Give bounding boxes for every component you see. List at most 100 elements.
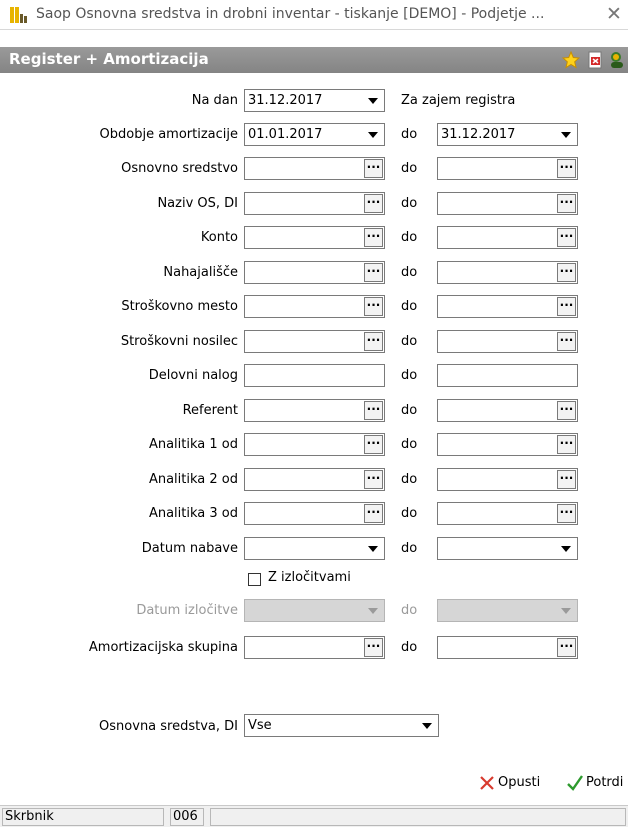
- datum-izlocitve-from-field: [244, 599, 385, 622]
- range-nahajalisce-to-field[interactable]: ···: [437, 261, 578, 284]
- range-row-label: Analitika 3 od: [148, 506, 238, 521]
- range-row-label: Delovni nalog: [148, 368, 238, 383]
- range-analitika1-to-field[interactable]: ···: [437, 433, 578, 456]
- osnovna-sredstva-di-label: Osnovna sredstva, DI: [99, 719, 238, 734]
- range-analitika2-from-lookup-button[interactable]: ···: [364, 470, 383, 489]
- app-logo-icon: [10, 7, 27, 23]
- range-naziv_os_di-from-lookup-button[interactable]: ···: [364, 194, 383, 213]
- range-konto-from-field[interactable]: ···: [244, 226, 385, 249]
- range-konto-from-lookup-button[interactable]: ···: [364, 228, 383, 247]
- pdf-icon[interactable]: [586, 51, 604, 69]
- do-label: do: [401, 196, 418, 211]
- datum-izlocitve-from-dropdown-button: [364, 601, 383, 620]
- osnovna-sredstva-di-select[interactable]: Vse: [244, 714, 439, 737]
- do-label: do: [401, 265, 418, 280]
- obdobje-to-field[interactable]: 31.12.2017: [437, 123, 578, 146]
- range-row-label: Analitika 2 od: [148, 472, 238, 487]
- range-analitika1-from-field[interactable]: ···: [244, 433, 385, 456]
- range-delovni_nalog-to-field[interactable]: [437, 364, 578, 387]
- range-datum_nabave-from-field[interactable]: [244, 537, 385, 560]
- range-strosek_mesto-from-lookup-button[interactable]: ···: [364, 297, 383, 316]
- star-icon[interactable]: [562, 51, 580, 69]
- do-label: do: [401, 161, 418, 176]
- range-naziv_os_di-from-field[interactable]: ···: [244, 192, 385, 215]
- do-label: do: [401, 541, 418, 556]
- checkmark-icon: [567, 775, 583, 791]
- na-dan-label: Na dan: [191, 93, 238, 108]
- form-header: Register + Amortizacija: [0, 47, 628, 73]
- range-analitika3-to-field[interactable]: ···: [437, 502, 578, 525]
- range-row-label: Stroškovni nosilec: [120, 334, 238, 349]
- obdobje-from-value: 01.01.2017: [248, 127, 323, 142]
- form-body: Na dan 31.12.2017 Za zajem registra Obdo…: [0, 73, 628, 791]
- range-datum_nabave-to-field[interactable]: [437, 537, 578, 560]
- range-referent-to-lookup-button[interactable]: ···: [557, 401, 576, 420]
- form-title: Register + Amortizacija: [9, 50, 209, 68]
- range-analitika3-to-lookup-button[interactable]: ···: [557, 504, 576, 523]
- na-dan-value: 31.12.2017: [248, 93, 323, 108]
- obdobje-from-dropdown-button[interactable]: [364, 125, 383, 144]
- user-icon[interactable]: [608, 51, 626, 69]
- amort-skupina-from-lookup-button[interactable]: ···: [364, 638, 383, 657]
- confirm-label: Potrdi: [586, 775, 624, 790]
- status-bar: Skrbnik 006: [0, 805, 628, 827]
- range-row-label: Konto: [200, 230, 238, 245]
- range-row-label: Naziv OS, DI: [157, 196, 238, 211]
- range-analitika1-to-lookup-button[interactable]: ···: [557, 435, 576, 454]
- range-analitika2-from-field[interactable]: ···: [244, 468, 385, 491]
- range-datum_nabave-to-dropdown-button[interactable]: [557, 539, 576, 558]
- range-analitika3-from-lookup-button[interactable]: ···: [364, 504, 383, 523]
- cancel-label: Opusti: [498, 775, 541, 790]
- na-dan-dropdown-button[interactable]: [364, 91, 383, 110]
- do-label: do: [401, 403, 418, 418]
- range-nahajalisce-to-lookup-button[interactable]: ···: [557, 263, 576, 282]
- window-title: Saop Osnovna sredstva in drobni inventar…: [36, 6, 545, 22]
- range-analitika3-from-field[interactable]: ···: [244, 502, 385, 525]
- amort-skupina-to-field[interactable]: ···: [437, 636, 578, 659]
- range-nahajalisce-from-lookup-button[interactable]: ···: [364, 263, 383, 282]
- range-konto-to-lookup-button[interactable]: ···: [557, 228, 576, 247]
- obdobje-from-field[interactable]: 01.01.2017: [244, 123, 385, 146]
- status-code: 006: [170, 808, 204, 826]
- status-user: Skrbnik: [2, 808, 164, 826]
- na-dan-field[interactable]: 31.12.2017: [244, 89, 385, 112]
- z-izlocitvami-label: Z izločitvami: [268, 570, 351, 585]
- range-strosek_nosilec-from-lookup-button[interactable]: ···: [364, 332, 383, 351]
- close-icon: [480, 776, 494, 790]
- range-osnovno_sredstvo-from-field[interactable]: ···: [244, 157, 385, 180]
- close-button[interactable]: ✕: [602, 2, 626, 26]
- range-strosek_nosilec-from-field[interactable]: ···: [244, 330, 385, 353]
- range-strosek_mesto-to-field[interactable]: ···: [437, 295, 578, 318]
- obdobje-to-dropdown-button[interactable]: [557, 125, 576, 144]
- status-empty: [210, 808, 626, 826]
- amort-skupina-from-field[interactable]: ···: [244, 636, 385, 659]
- range-naziv_os_di-to-field[interactable]: ···: [437, 192, 578, 215]
- obdobje-label: Obdobje amortizacije: [99, 127, 238, 142]
- range-analitika2-to-lookup-button[interactable]: ···: [557, 470, 576, 489]
- range-strosek_mesto-from-field[interactable]: ···: [244, 295, 385, 318]
- range-konto-to-field[interactable]: ···: [437, 226, 578, 249]
- osnovna-sredstva-di-dropdown-button[interactable]: [418, 716, 437, 735]
- range-row-label: Nahajališče: [163, 265, 238, 280]
- range-referent-from-field[interactable]: ···: [244, 399, 385, 422]
- range-strosek_nosilec-to-lookup-button[interactable]: ···: [557, 332, 576, 351]
- range-naziv_os_di-to-lookup-button[interactable]: ···: [557, 194, 576, 213]
- do-label: do: [401, 127, 418, 142]
- range-strosek_mesto-to-lookup-button[interactable]: ···: [557, 297, 576, 316]
- range-row-label: Analitika 1 od: [148, 437, 238, 452]
- range-delovni_nalog-from-field[interactable]: [244, 364, 385, 387]
- range-analitika2-to-field[interactable]: ···: [437, 468, 578, 491]
- range-osnovno_sredstvo-to-lookup-button[interactable]: ···: [557, 159, 576, 178]
- range-nahajalisce-from-field[interactable]: ···: [244, 261, 385, 284]
- range-datum_nabave-from-dropdown-button[interactable]: [364, 539, 383, 558]
- z-izlocitvami-checkbox[interactable]: [248, 573, 261, 586]
- amort-skupina-to-lookup-button[interactable]: ···: [557, 638, 576, 657]
- do-label: do: [401, 437, 418, 452]
- range-analitika1-from-lookup-button[interactable]: ···: [364, 435, 383, 454]
- range-osnovno_sredstvo-from-lookup-button[interactable]: ···: [364, 159, 383, 178]
- range-osnovno_sredstvo-to-field[interactable]: ···: [437, 157, 578, 180]
- range-strosek_nosilec-to-field[interactable]: ···: [437, 330, 578, 353]
- range-referent-from-lookup-button[interactable]: ···: [364, 401, 383, 420]
- range-referent-to-field[interactable]: ···: [437, 399, 578, 422]
- do-label: do: [401, 368, 418, 383]
